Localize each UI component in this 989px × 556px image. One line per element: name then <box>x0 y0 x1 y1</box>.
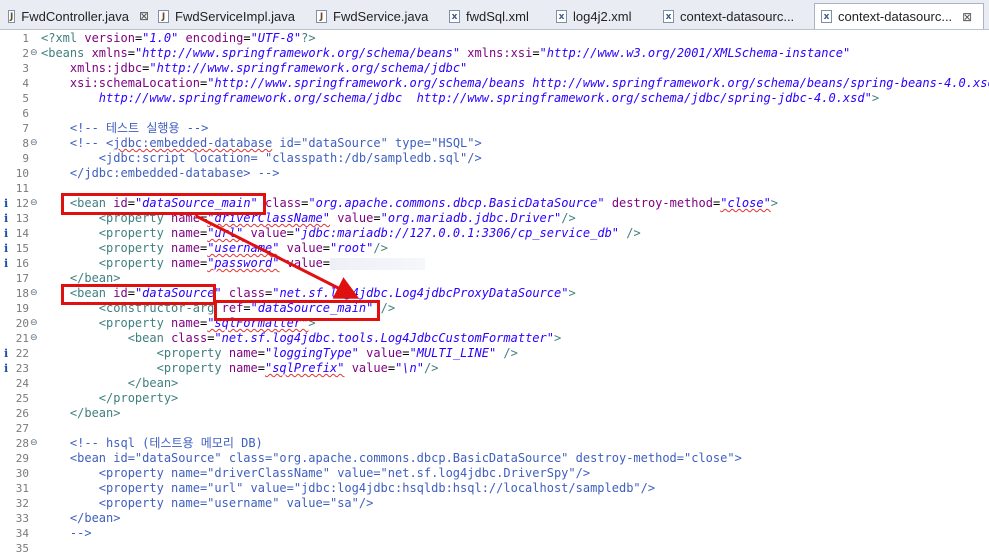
code-editor[interactable]: 1 <?xml version="1.0" encoding="UTF-8"?>… <box>0 30 989 555</box>
close-icon[interactable]: ⊠ <box>139 9 149 23</box>
editor-tab-bar: J FwdController.java ⊠ J FwdServiceImpl.… <box>0 0 989 30</box>
xml-file-icon: x <box>821 10 832 23</box>
tab-fwdsql-xml[interactable]: x fwdSql.xml <box>443 3 548 29</box>
tab-fwdservice-java[interactable]: J FwdService.java <box>310 3 435 29</box>
xml-file-icon: x <box>449 9 460 23</box>
java-file-icon: J <box>158 9 169 23</box>
tab-label: context-datasourc... <box>838 9 953 24</box>
tab-label: fwdSql.xml <box>466 8 529 24</box>
tab-label: context-datasourc... <box>680 8 795 24</box>
tab-fwdserviceimpl-java[interactable]: J FwdServiceImpl.java <box>152 3 302 29</box>
tab-fwdcontroller-java[interactable]: J FwdController.java ⊠ <box>2 3 149 29</box>
xml-file-icon: x <box>663 9 674 23</box>
java-file-icon: J <box>316 9 327 23</box>
tab-context-datasource-1[interactable]: x context-datasourc... <box>657 3 810 29</box>
tab-label: FwdService.java <box>333 8 429 24</box>
tab-label: FwdServiceImpl.java <box>175 8 295 24</box>
tab-context-datasource-active[interactable]: x context-datasourc... ⊠ <box>814 3 984 29</box>
tab-label: FwdController.java <box>21 8 129 24</box>
tab-log4j2-xml[interactable]: x log4j2.xml <box>550 3 655 29</box>
annotation-arrow <box>195 214 360 299</box>
tab-label: log4j2.xml <box>573 8 632 24</box>
close-icon[interactable]: ⊠ <box>962 10 972 24</box>
xml-file-icon: x <box>556 9 567 23</box>
java-file-icon: J <box>8 9 16 23</box>
